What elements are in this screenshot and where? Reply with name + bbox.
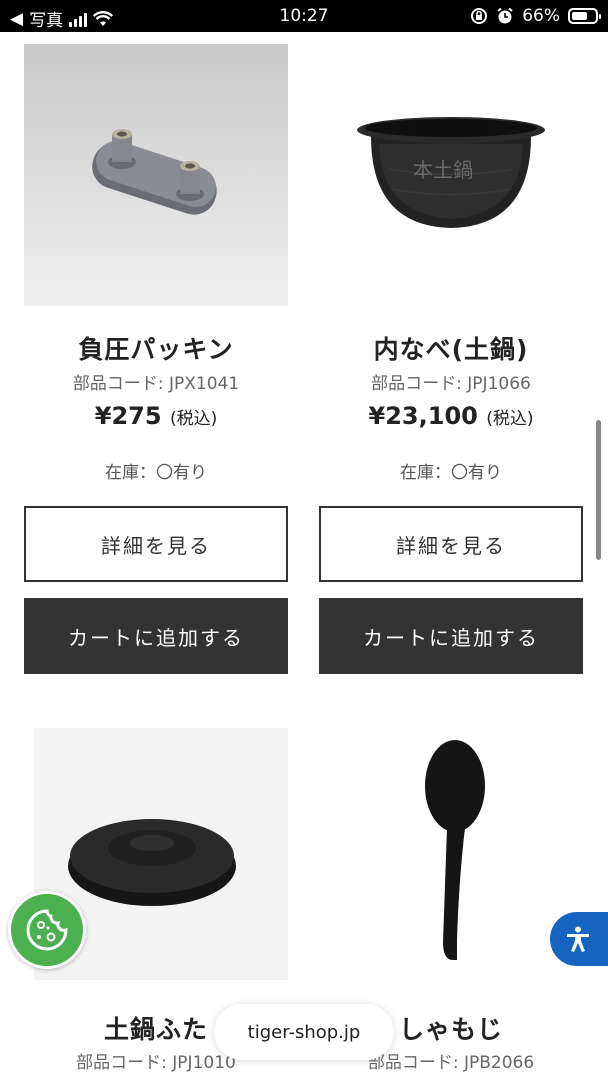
stock-status: 在庫：〇有り <box>400 463 502 483</box>
product-price: ¥275 (税込) <box>24 402 288 430</box>
url-bar[interactable]: tiger-shop.jp <box>214 1004 394 1060</box>
view-details-button[interactable]: 詳細を見る <box>319 506 583 582</box>
product-name[interactable]: 内なべ(土鍋) <box>319 330 583 366</box>
stock-status: 在庫：〇有り <box>105 463 207 483</box>
accessibility-button[interactable] <box>550 912 608 966</box>
product-code: 部品コード: JPX1041 <box>72 374 240 394</box>
status-bar: ◀ 写真 10:27 66% <box>0 0 608 32</box>
product-name[interactable]: 負圧パッキン <box>24 330 288 366</box>
scrollbar[interactable] <box>596 420 601 560</box>
pot-embossed-text: 本土鍋 <box>413 158 473 182</box>
alarm-icon <box>497 7 513 24</box>
product-image[interactable] <box>319 728 583 990</box>
cookie-icon <box>26 909 68 951</box>
product-card: 本土鍋 内なべ(土鍋) 部品コード: JPJ1066 ¥23,100 (税込) … <box>319 44 583 674</box>
tax-label: (税込) <box>169 409 218 429</box>
battery-percent: 66% <box>522 6 560 26</box>
tax-label: (税込) <box>486 409 534 429</box>
product-price: ¥23,100 (税込) <box>319 402 583 430</box>
price-value: ¥275 <box>94 402 162 430</box>
view-details-button[interactable]: 詳細を見る <box>24 506 288 582</box>
product-image[interactable] <box>24 44 288 306</box>
product-image[interactable]: 本土鍋 <box>319 44 583 306</box>
add-to-cart-button[interactable]: カートに追加する <box>24 598 288 674</box>
product-card: しゃもじ 部品コード: JPB2066 <box>319 728 583 1073</box>
accessibility-icon <box>567 926 589 952</box>
battery-icon <box>568 8 601 24</box>
product-code: 部品コード: JPJ1066 <box>371 374 531 394</box>
status-bar-right: 66% <box>470 6 601 26</box>
product-card: 負圧パッキン 部品コード: JPX1041 ¥275 (税込) 在庫：〇有り 詳… <box>24 44 288 674</box>
orientation-lock-icon <box>471 8 488 24</box>
cookie-settings-button[interactable] <box>8 891 86 969</box>
add-to-cart-button[interactable]: カートに追加する <box>319 598 583 674</box>
battery-level <box>572 12 587 20</box>
price-value: ¥23,100 <box>368 402 478 430</box>
